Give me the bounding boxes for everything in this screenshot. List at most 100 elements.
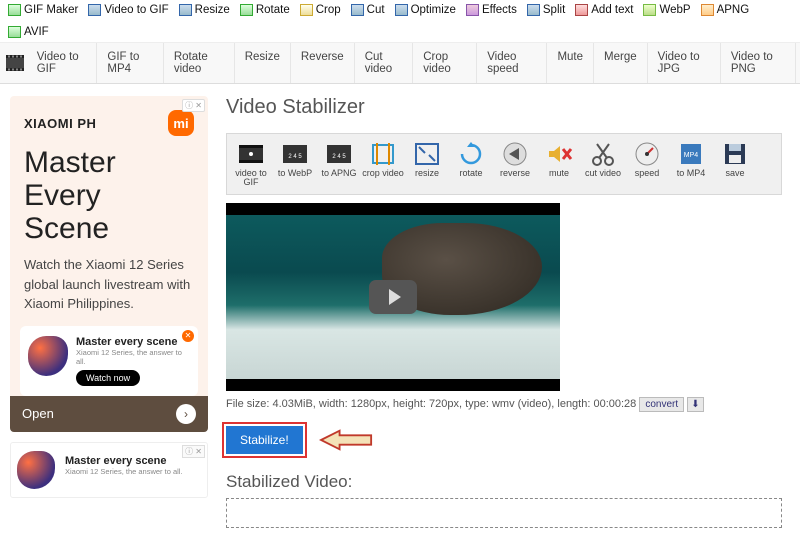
tool-rotate[interactable]: rotate xyxy=(449,138,493,190)
subnav-reverse[interactable]: Reverse xyxy=(291,43,355,83)
mi-logo-icon: mi xyxy=(168,110,194,136)
subnav-video-to-png[interactable]: Video to PNG xyxy=(721,43,796,83)
ad-xiaomi-main[interactable]: ⓘ ✕ XIAOMI PH mi Master Every Scene Watc… xyxy=(10,96,208,432)
subnav-cut-video[interactable]: Cut video xyxy=(355,43,414,83)
ad-desc: Watch the Xiaomi 12 Series global launch… xyxy=(10,255,208,326)
video-to-gif-icon xyxy=(88,4,101,16)
ad2-close-icon[interactable]: ⓘ ✕ xyxy=(182,445,205,458)
apng-icon xyxy=(701,4,714,16)
ad-card-sub: Xiaomi 12 Series, the answer to all. xyxy=(76,348,188,366)
watch-now-button[interactable]: Watch now xyxy=(76,370,140,386)
subnav-merge[interactable]: Merge xyxy=(594,43,648,83)
topnav-label: Crop xyxy=(316,4,341,16)
mute-icon xyxy=(544,140,574,168)
ad2-title: Master every scene xyxy=(65,455,201,467)
arrow-annotation-icon xyxy=(319,427,375,453)
stabilize-button[interactable]: Stabilize! xyxy=(226,426,303,454)
topnav-cut[interactable]: Cut xyxy=(351,4,385,16)
tool-reverse[interactable]: reverse xyxy=(493,138,537,190)
topnav-label: AVIF xyxy=(24,26,49,38)
tool-label: to MP4 xyxy=(677,169,706,178)
speed-icon xyxy=(632,140,662,168)
rotate-icon xyxy=(240,4,253,16)
topnav-effects[interactable]: Effects xyxy=(466,4,517,16)
content-column: Video Stabilizer video to GIF2 4 5to Web… xyxy=(226,96,790,528)
cut-video-icon xyxy=(588,140,618,168)
ad-orb-graphic xyxy=(28,336,68,376)
topnav-label: GIF Maker xyxy=(24,4,78,16)
ad-open-button[interactable]: Open xyxy=(22,406,54,421)
download-icon[interactable]: ⬇ xyxy=(687,397,703,412)
topnav-label: Optimize xyxy=(411,4,456,16)
tool-save[interactable]: save xyxy=(713,138,757,190)
tool-label: speed xyxy=(635,169,660,178)
tool-mute[interactable]: mute xyxy=(537,138,581,190)
subnav-video-to-jpg[interactable]: Video to JPG xyxy=(648,43,721,83)
cut-icon xyxy=(351,4,364,16)
ad-close-icon[interactable]: ⓘ ✕ xyxy=(182,99,205,112)
tool-label: resize xyxy=(415,169,439,178)
topnav-gif-maker[interactable]: GIF Maker xyxy=(8,4,78,16)
topnav-label: Add text xyxy=(591,4,633,16)
gif-maker-icon xyxy=(8,4,21,16)
tool-to-webp[interactable]: 2 4 5to WebP xyxy=(273,138,317,190)
resize-icon xyxy=(412,140,442,168)
topnav-apng[interactable]: APNG xyxy=(701,4,750,16)
stabilized-heading: Stabilized Video: xyxy=(226,472,782,492)
topnav-rotate[interactable]: Rotate xyxy=(240,4,290,16)
tool-label: video to GIF xyxy=(230,169,272,188)
ad-open-arrow-icon[interactable]: › xyxy=(176,404,196,424)
subnav-gif-to-mp4[interactable]: GIF to MP4 xyxy=(97,43,163,83)
page-title: Video Stabilizer xyxy=(226,96,782,119)
tool-crop-video[interactable]: crop video xyxy=(361,138,405,190)
topnav-video-to-gif[interactable]: Video to GIF xyxy=(88,4,168,16)
topnav-webp[interactable]: WebP xyxy=(643,4,690,16)
tool-label: rotate xyxy=(459,169,482,178)
convert-button[interactable]: convert xyxy=(639,397,684,412)
svg-text:MP4: MP4 xyxy=(684,152,699,159)
topnav-add-text[interactable]: Add text xyxy=(575,4,633,16)
tool-label: save xyxy=(725,169,744,178)
tool-resize[interactable]: resize xyxy=(405,138,449,190)
topnav-label: Resize xyxy=(195,4,230,16)
play-button-icon[interactable] xyxy=(369,280,417,314)
add-text-icon xyxy=(575,4,588,16)
tool-to-apng[interactable]: 2 4 5to APNG xyxy=(317,138,361,190)
subnav-resize[interactable]: Resize xyxy=(235,43,291,83)
resize-icon xyxy=(179,4,192,16)
tool-speed[interactable]: speed xyxy=(625,138,669,190)
split-icon xyxy=(527,4,540,16)
tool-video-to-gif[interactable]: video to GIF xyxy=(229,138,273,190)
crop-icon xyxy=(300,4,313,16)
topnav-crop[interactable]: Crop xyxy=(300,4,341,16)
action-row: Stabilize! xyxy=(226,426,782,454)
ad-card-title: Master every scene xyxy=(76,336,188,348)
crop-video-icon xyxy=(368,140,398,168)
topnav-avif[interactable]: AVIF xyxy=(8,26,49,38)
stabilized-output-box xyxy=(226,498,782,528)
reverse-icon xyxy=(500,140,530,168)
subnav-mute[interactable]: Mute xyxy=(547,43,594,83)
svg-text:2 4 5: 2 4 5 xyxy=(332,154,346,160)
subnav-crop-video[interactable]: Crop video xyxy=(413,43,477,83)
topnav-split[interactable]: Split xyxy=(527,4,565,16)
subnav-rotate-video[interactable]: Rotate video xyxy=(164,43,235,83)
tool-to-mp4[interactable]: MP4 to MP4 xyxy=(669,138,713,190)
file-info: File size: 4.03MiB, width: 1280px, heigh… xyxy=(226,397,782,412)
video-preview[interactable] xyxy=(226,203,560,391)
ad-xiaomi-secondary[interactable]: ⓘ ✕ Master every scene Xiaomi 12 Series,… xyxy=(10,442,208,498)
topnav-resize[interactable]: Resize xyxy=(179,4,230,16)
topnav-optimize[interactable]: Optimize xyxy=(395,4,456,16)
to-mp4-icon: MP4 xyxy=(676,140,706,168)
subnav-video-to-gif[interactable]: Video to GIF xyxy=(27,43,98,83)
file-info-text: File size: 4.03MiB, width: 1280px, heigh… xyxy=(226,398,636,410)
tool-label: to WebP xyxy=(278,169,312,178)
ad2-orb-graphic xyxy=(17,451,55,489)
save-icon xyxy=(720,140,750,168)
subnav-video-speed[interactable]: Video speed xyxy=(477,43,547,83)
tool-label: reverse xyxy=(500,169,530,178)
effects-icon xyxy=(466,4,479,16)
film-icon xyxy=(4,43,27,83)
ad-title: Master Every Scene xyxy=(10,142,208,255)
tool-cut-video[interactable]: cut video xyxy=(581,138,625,190)
